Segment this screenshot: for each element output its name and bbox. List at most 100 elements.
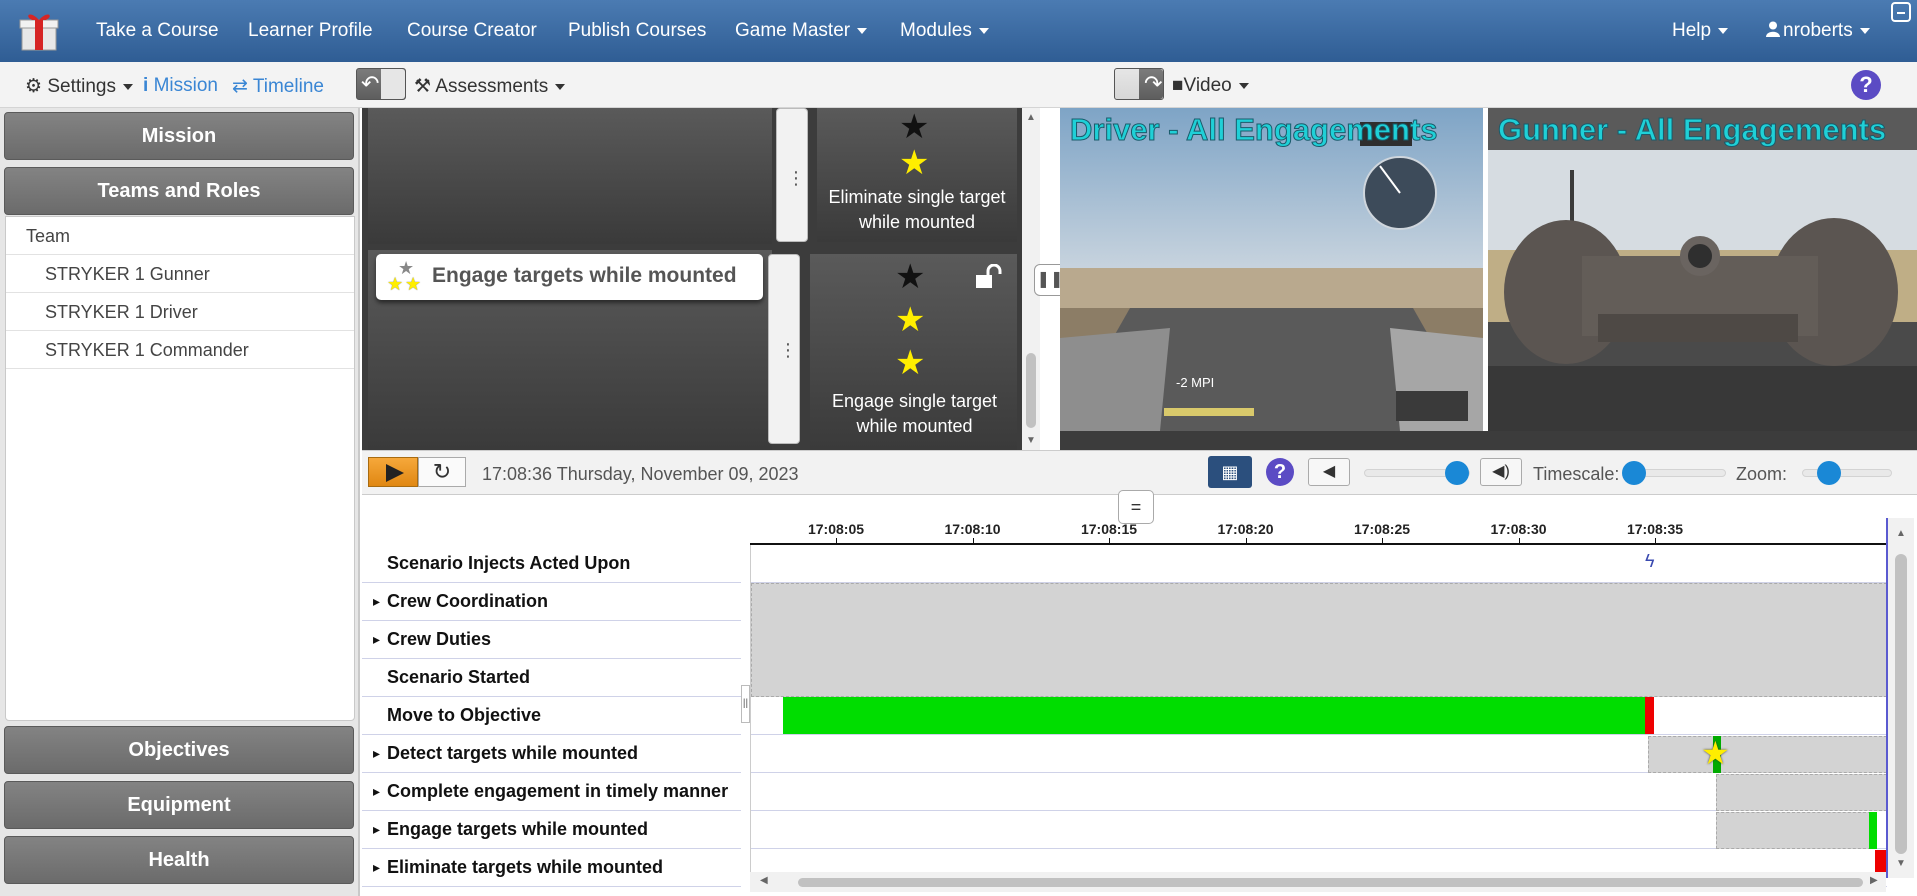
team-row-commander[interactable]: STRYKER 1 Commander <box>6 331 354 369</box>
assessments-menu[interactable]: ⚒ Assessments <box>414 75 566 98</box>
timeline-vertical-scrollbar[interactable]: ▲ ▼ <box>1888 518 1914 878</box>
nav-modules[interactable]: Modules <box>900 20 989 42</box>
scroll-left-icon[interactable]: ◀ <box>760 875 768 886</box>
sidebar-teams-roles-header[interactable]: Teams and Roles <box>4 167 354 215</box>
nav-game-master-label: Game Master <box>735 20 851 41</box>
timeline-row-labels: Scenario Injects Acted UponCrew Coordina… <box>362 545 741 887</box>
settings-label: Settings <box>47 76 116 97</box>
scrollbar-thumb[interactable] <box>798 878 1863 887</box>
timeline-row-label[interactable]: Complete engagement in timely manner <box>362 773 741 811</box>
timeline-tick-mark <box>972 538 974 545</box>
stars-rating-icon: ★ ★ ★ <box>387 258 422 294</box>
lightning-event-icon[interactable]: ϟ <box>1645 551 1655 572</box>
nav-learner-profile[interactable]: Learner Profile <box>248 20 373 42</box>
help-icon[interactable]: ? <box>1851 70 1881 100</box>
timescale-label: Timescale: <box>1533 464 1620 484</box>
play-icon[interactable] <box>368 457 418 487</box>
help-icon[interactable]: ? <box>1266 458 1294 486</box>
timeline-row-label: Scenario Started <box>362 659 741 697</box>
star-event-icon[interactable]: ★ <box>1701 734 1730 772</box>
video-menu[interactable]: ■Video <box>1172 75 1249 97</box>
minimize-window-button[interactable] <box>1891 2 1911 22</box>
info-icon: i <box>143 75 149 96</box>
nav-publish-courses[interactable]: Publish Courses <box>568 20 706 42</box>
nav-user-menu[interactable]: nroberts <box>1766 20 1870 42</box>
sidebar-equipment-header[interactable]: Equipment <box>4 781 354 829</box>
scrollbar-thumb[interactable] <box>1026 353 1036 428</box>
sidebar-health-header[interactable]: Health <box>4 836 354 884</box>
label-splitter-handle[interactable]: || <box>741 685 750 723</box>
zoom-slider-track[interactable] <box>1802 469 1892 477</box>
timeline-tick-mark <box>1655 538 1656 545</box>
team-row-driver[interactable]: STRYKER 1 Driver <box>6 293 354 331</box>
mission-label: Mission <box>153 75 218 96</box>
volume-up-icon[interactable]: ◀) <box>1480 458 1522 486</box>
top-navbar: Take a Course Learner Profile Course Cre… <box>0 0 1917 62</box>
video-camera-icon: ■ <box>1172 75 1184 96</box>
timely-engagement-range <box>1716 774 1887 811</box>
volume-slider-knob[interactable] <box>1445 461 1470 485</box>
replay-icon[interactable]: ↻ <box>418 457 466 487</box>
chevron-down-icon <box>1718 27 1729 34</box>
driver-video-title: Driver - All Engagements <box>1070 112 1439 148</box>
team-row-gunner[interactable]: STRYKER 1 Gunner <box>6 255 354 293</box>
engage-targets-card[interactable]: ★ ★ ★ Engage targets while mounted <box>376 254 763 300</box>
scroll-up-icon[interactable]: ▲ <box>1896 528 1906 539</box>
toggle-off-half <box>381 69 405 99</box>
scroll-right-icon[interactable]: ▶ <box>1870 875 1878 886</box>
collapse-left-toggle[interactable]: ↶ <box>356 68 406 100</box>
collapse-right-toggle[interactable]: ↷ <box>1114 68 1164 100</box>
engage-targets-marker[interactable] <box>1869 812 1877 849</box>
timeline-tick-mark <box>1382 538 1383 545</box>
timeline-row-label[interactable]: Detect targets while mounted <box>362 735 741 773</box>
gunner-video-frame <box>1488 108 1917 431</box>
gunner-video[interactable]: Gunner - All Engagements <box>1488 108 1917 431</box>
timeline-row-label[interactable]: Crew Coordination <box>362 583 741 621</box>
scroll-up-icon[interactable]: ▲ <box>1026 112 1036 123</box>
unlock-icon[interactable] <box>974 264 1002 290</box>
timeline-horizontal-scrollbar[interactable]: ◀ ▶ <box>750 872 1886 892</box>
timeline-row-label: Scenario Injects Acted Upon <box>362 545 741 583</box>
scroll-down-icon[interactable]: ▼ <box>1026 435 1036 446</box>
drag-handle[interactable] <box>776 108 808 242</box>
move-to-objective-end-marker[interactable] <box>1645 697 1654 734</box>
timeline-tick-label: 17:08:35 <box>1626 521 1684 537</box>
timeline-row-label: Move to Objective <box>362 697 741 735</box>
nav-game-master[interactable]: Game Master <box>735 20 868 42</box>
scroll-down-icon[interactable]: ▼ <box>1896 858 1906 869</box>
drag-handle[interactable] <box>768 254 800 444</box>
sidebar-objectives-header[interactable]: Objectives <box>4 726 354 774</box>
timeline-row-label[interactable]: Crew Duties <box>362 621 741 659</box>
user-icon <box>1766 21 1780 37</box>
gift-logo-icon[interactable] <box>18 10 60 52</box>
timeline-row-label[interactable]: Eliminate targets while mounted <box>362 849 741 887</box>
nav-user-label: nroberts <box>1783 20 1853 41</box>
mission-toggle[interactable]: i Mission <box>143 75 218 97</box>
nav-take-a-course[interactable]: Take a Course <box>96 20 219 42</box>
zoom-slider-knob[interactable] <box>1817 461 1841 485</box>
driver-video[interactable]: -2 MPI Driver - All Engagements <box>1060 108 1483 431</box>
detect-targets-range <box>1648 736 1887 773</box>
move-to-objective-bar[interactable] <box>783 697 1645 734</box>
zoom-label: Zoom: <box>1736 464 1788 484</box>
timeline-toggle[interactable]: ⇄ Timeline <box>232 75 324 98</box>
team-row[interactable]: Team <box>6 217 354 255</box>
timeline-tick-mark <box>836 538 837 545</box>
gunner-video-title: Gunner - All Engagements <box>1497 112 1887 148</box>
timeline-tick-label: 17:08:20 <box>1217 521 1274 537</box>
timeline-label: Timeline <box>252 76 324 97</box>
timeline-row-label[interactable]: Engage targets while mounted <box>362 811 741 849</box>
nav-course-creator[interactable]: Course Creator <box>407 20 537 42</box>
calculator-icon[interactable]: ▦ <box>1208 456 1252 488</box>
chevron-down-icon <box>122 83 133 90</box>
volume-down-icon[interactable]: ◀ <box>1308 458 1350 486</box>
nav-help[interactable]: Help <box>1672 20 1729 42</box>
sidebar-mission-header[interactable]: Mission <box>4 112 354 160</box>
timescale-slider-knob[interactable] <box>1622 461 1646 485</box>
swap-arrows-icon: ⇄ <box>232 76 248 97</box>
settings-menu[interactable]: ⚙ Settings <box>25 75 133 98</box>
star-yellow-icon: ★ <box>895 301 926 339</box>
timeline-grid: ★ ϟ <box>750 545 1887 887</box>
star-yellow-icon: ★ <box>899 144 930 182</box>
scrollbar-thumb[interactable] <box>1895 554 1907 854</box>
